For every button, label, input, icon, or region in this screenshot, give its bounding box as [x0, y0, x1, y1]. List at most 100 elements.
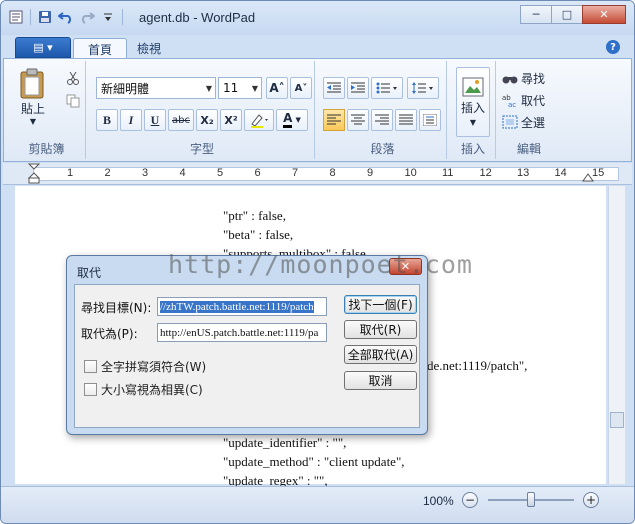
ruler-number: 10 — [404, 167, 417, 179]
strikethrough-button[interactable]: abc — [168, 109, 194, 131]
insert-group: 插入 ▼ 插入 — [451, 61, 496, 159]
replace-button[interactable]: ab ac 取代 — [502, 91, 545, 109]
maximize-button[interactable]: □ — [551, 5, 583, 24]
app-menu-button[interactable]: ▤ ▾ — [15, 37, 71, 58]
ruler-number: 11 — [442, 167, 454, 179]
left-indent-marker-icon[interactable] — [25, 163, 43, 185]
font-group-label: 字型 — [189, 142, 214, 156]
zoom-slider-thumb[interactable] — [527, 492, 535, 507]
dialog-title: 取代 — [77, 266, 102, 280]
insert-button[interactable]: 插入 ▼ — [456, 67, 490, 137]
replace-all-button[interactable]: 全部取代(A) — [344, 345, 417, 364]
ruler-strip — [33, 167, 619, 181]
match-whole-word-label: 全字拼寫須符合(W) — [101, 360, 207, 374]
ruler-number: 6 — [254, 167, 261, 179]
select-all-icon — [502, 115, 518, 129]
ruler-number: 2 — [104, 167, 111, 179]
clipboard-group-label: 剪貼簿 — [28, 142, 65, 156]
ruler-number: 14 — [554, 167, 567, 179]
grow-font-button[interactable]: A˄ — [266, 77, 288, 99]
font-color-label: A — [283, 112, 293, 128]
align-center-icon[interactable] — [347, 109, 369, 131]
font-size-value: 11 — [223, 81, 239, 95]
align-left-icon[interactable] — [323, 109, 345, 131]
paragraph-settings-icon[interactable] — [419, 109, 441, 131]
zoom-in-button[interactable]: + — [583, 492, 599, 508]
ruler-number: 3 — [142, 167, 149, 179]
save-icon[interactable] — [36, 8, 54, 26]
paste-dropdown-icon: ▼ — [29, 117, 37, 126]
bullet-list-icon[interactable] — [371, 77, 403, 99]
tab-home[interactable]: 首頁 — [73, 38, 128, 59]
superscript-button[interactable]: X² — [220, 109, 242, 131]
decrease-indent-icon[interactable] — [323, 77, 345, 99]
replace-label: 取代 — [521, 93, 546, 108]
ruler-number: 9 — [367, 167, 374, 179]
replace-with-value: http://enUS.patch.battle.net:1119/pa — [160, 326, 319, 339]
cut-icon[interactable] — [62, 67, 84, 89]
ruler[interactable]: 1 2 3 4 5 6 7 8 9 10 11 12 13 14 15 — [3, 163, 632, 185]
redo-icon[interactable] — [78, 8, 96, 26]
chevron-down-icon: ▼ — [251, 84, 258, 93]
increase-indent-icon[interactable] — [347, 77, 369, 99]
cancel-button[interactable]: 取消 — [344, 371, 417, 390]
status-bar: 100% − + — [1, 486, 634, 523]
shrink-font-button[interactable]: A˅ — [290, 77, 312, 99]
underline-button[interactable]: U — [144, 109, 166, 131]
justify-icon[interactable] — [395, 109, 417, 131]
window-title: agent.db - WordPad — [139, 10, 256, 25]
tab-view[interactable]: 檢視 — [123, 38, 175, 59]
font-color-button[interactable]: A ▼ — [276, 109, 308, 131]
replace-with-input[interactable]: http://enUS.patch.battle.net:1119/pa — [157, 323, 327, 342]
font-family-select[interactable]: 新細明體 ▼ — [96, 77, 216, 99]
find-button[interactable]: 尋找 — [502, 69, 545, 87]
find-label: 尋找 — [521, 71, 546, 86]
match-whole-word-checkbox[interactable]: 全字拼寫須符合(W) — [84, 358, 206, 375]
select-all-label: 全選 — [521, 115, 546, 130]
insert-label: 插入 — [460, 101, 485, 115]
subscript-button[interactable]: X₂ — [196, 109, 218, 131]
close-button[interactable]: ✕ — [582, 5, 626, 24]
ruler-number: 7 — [292, 167, 299, 179]
font-size-select[interactable]: 11 ▼ — [218, 77, 262, 99]
app-icon — [7, 8, 25, 26]
paste-button[interactable]: 貼上 ▼ — [14, 67, 52, 127]
ruler-number: 12 — [479, 167, 492, 179]
find-what-label: 尋找目標(N): — [81, 301, 152, 315]
help-icon[interactable]: ? — [606, 40, 620, 54]
find-next-button[interactable]: 找下一個(F) — [344, 295, 417, 314]
ruler-number: 13 — [517, 167, 530, 179]
italic-button[interactable]: I — [120, 109, 142, 131]
align-right-icon[interactable] — [371, 109, 393, 131]
select-all-button[interactable]: 全選 — [502, 113, 545, 131]
undo-icon[interactable] — [57, 8, 75, 26]
ruler-number: 1 — [67, 167, 74, 179]
copy-icon[interactable] — [62, 90, 84, 112]
match-case-checkbox[interactable]: 大小寫視為相異(C) — [84, 381, 203, 398]
zoom-level: 100% — [423, 494, 454, 508]
replace-with-label: 取代為(P): — [81, 327, 138, 341]
replace-button[interactable]: 取代(R) — [344, 320, 417, 339]
ruler-number: 5 — [217, 167, 224, 179]
dialog-body: 尋找目標(N): //zhTW.patch.battle.net:1119/pa… — [74, 284, 420, 428]
chevron-down-icon: ▼ — [469, 118, 477, 127]
highlight-button[interactable] — [244, 109, 274, 131]
match-case-label: 大小寫視為相異(C) — [101, 383, 203, 397]
watermark-text: http://moonpoet.com — [168, 250, 473, 279]
scrollbar-thumb[interactable] — [610, 412, 624, 428]
ruler-number: 8 — [329, 167, 336, 179]
quick-access-toolbar — [7, 8, 125, 26]
bold-button[interactable]: B — [96, 109, 118, 131]
line-spacing-icon[interactable] — [407, 77, 439, 99]
replace-dialog: 取代 ✕ 尋找目標(N): //zhTW.patch.battle.net:11… — [66, 255, 428, 435]
customize-qat-icon[interactable] — [99, 8, 117, 26]
find-what-value: //zhTW.patch.battle.net:1119/patch — [160, 300, 314, 313]
find-what-input[interactable]: //zhTW.patch.battle.net:1119/patch — [157, 297, 327, 316]
chevron-down-icon: ▼ — [295, 116, 301, 124]
clipboard-group: 貼上 ▼ 剪貼簿 — [8, 61, 86, 159]
zoom-out-button[interactable]: − — [462, 492, 478, 508]
chevron-down-icon: ▼ — [205, 84, 212, 93]
minimize-button[interactable]: ─ — [520, 5, 552, 24]
insert-group-label: 插入 — [460, 142, 485, 156]
vertical-scrollbar[interactable] — [608, 186, 625, 484]
